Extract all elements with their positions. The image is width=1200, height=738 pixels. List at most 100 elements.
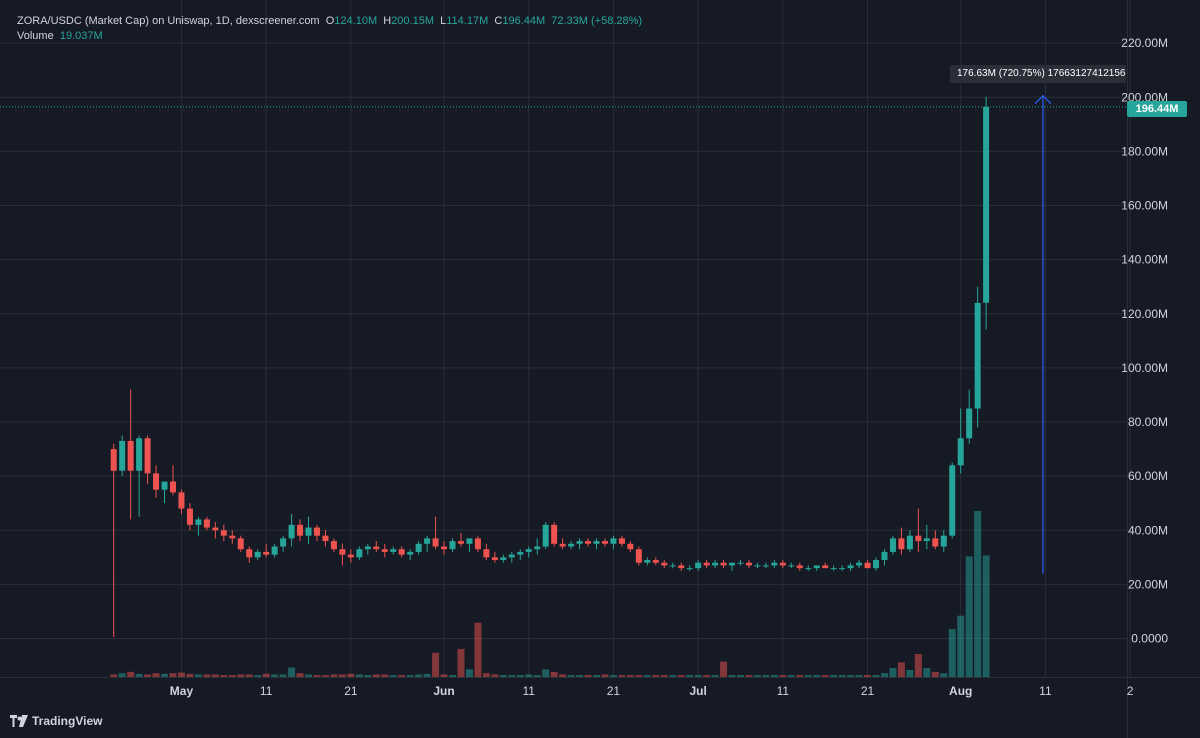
candle-body [923, 538, 930, 542]
volume-bar [330, 674, 338, 677]
volume-bar [542, 669, 550, 677]
candle-body [313, 527, 320, 536]
volume-bar [660, 675, 668, 677]
volume-bar [864, 675, 872, 677]
candle-body [170, 481, 176, 493]
candle-body [906, 535, 913, 550]
volume-bar [584, 675, 592, 677]
volume-bar [237, 674, 245, 677]
volume-bar [177, 672, 185, 677]
candlesticks [110, 96, 990, 638]
candle-body [127, 440, 134, 471]
volume-bar [821, 675, 829, 677]
candle-body [364, 546, 371, 550]
tradingview-icon [10, 715, 28, 727]
candle-body [771, 562, 778, 566]
candle-body [940, 535, 947, 547]
x-tick-label: 11 [1039, 684, 1052, 698]
volume-bar [974, 511, 982, 677]
measure-arrow[interactable] [1034, 94, 1052, 574]
candle-body [856, 562, 863, 566]
y-tick-label: 40.00M [1128, 523, 1168, 537]
x-tick-label: 11 [260, 684, 273, 698]
x-tick-label: Jul [689, 684, 706, 698]
candle-body [729, 562, 736, 566]
volume-bar [686, 675, 694, 677]
candle-body [203, 519, 210, 528]
candle-body [644, 560, 651, 563]
legend-high-label: H [383, 15, 392, 27]
candle-body [466, 538, 473, 544]
candle-body [246, 549, 253, 558]
volume-bar [415, 674, 423, 677]
tradingview-logo[interactable]: TradingView [10, 714, 102, 728]
candle-body [322, 535, 329, 542]
volume-bar [152, 673, 160, 677]
volume-bar [381, 674, 389, 677]
candle-body [288, 524, 295, 539]
volume-bar [957, 615, 965, 677]
y-tick-label: 120.00M [1121, 307, 1168, 321]
volume-bar [745, 675, 753, 677]
chart-grid [0, 0, 1131, 677]
y-tick-label: 160.00M [1121, 199, 1168, 213]
volume-bar [567, 675, 575, 677]
volume-bar [923, 668, 931, 677]
volume-bar [779, 675, 787, 677]
volume-bar [440, 674, 448, 677]
x-axis[interactable]: May 11 21 Jun 11 21 Jul 11 21 Aug 11 2 [0, 677, 1200, 699]
volume-bar [796, 675, 804, 677]
candle-body [457, 541, 464, 544]
candle-body [229, 535, 236, 539]
candle-body [415, 543, 422, 552]
candle-body [424, 538, 431, 544]
volume-bar [254, 675, 262, 677]
price-chart[interactable]: 220.00M200.00M180.00M160.00M140.00M120.0… [0, 0, 1200, 738]
candle-body [119, 440, 126, 471]
candle-body [678, 565, 685, 569]
volume-bar [635, 675, 643, 677]
volume-bar [872, 675, 880, 677]
y-tick-label: 180.00M [1121, 144, 1168, 158]
candle-body [305, 527, 312, 536]
candle-body [508, 554, 515, 558]
volume-bar [398, 675, 406, 677]
volume-bar [830, 675, 838, 677]
volume-bar [491, 674, 499, 677]
candle-body [686, 568, 693, 570]
candle-body [839, 568, 846, 570]
x-tick-label: 2 [1127, 684, 1134, 698]
volume-bar [787, 675, 795, 677]
volume-bar [593, 675, 600, 677]
legend-volume-row: Volume 19.037M [17, 29, 642, 44]
candle-body [483, 549, 490, 558]
legend-volume-label: Volume [17, 30, 54, 42]
candle-body [220, 530, 227, 536]
y-tick-label: 0.0000 [1131, 632, 1168, 646]
candle-body [110, 449, 117, 471]
candle-body [347, 554, 354, 558]
volume-bar [669, 675, 677, 677]
volume-bar [762, 675, 770, 677]
volume-bar [618, 675, 626, 677]
volume-bar [279, 674, 287, 677]
candle-body [788, 565, 795, 567]
volume-bar [482, 673, 490, 677]
candle-body [517, 551, 524, 555]
volume-bar [118, 673, 126, 677]
volume-bar [228, 675, 236, 677]
volume-bar [906, 669, 914, 677]
legend-symbol[interactable]: ZORA/USDC (Market Cap) on Uniswap, 1D, d… [17, 15, 320, 27]
volume-bar [931, 671, 939, 677]
candle-body [652, 560, 659, 563]
candle-body [551, 524, 558, 544]
legend-open-label: O [325, 15, 335, 27]
volume-bar [914, 654, 922, 677]
candle-body [271, 546, 278, 555]
legend-change-value: 72.33M (+58.28%) [551, 15, 643, 27]
candle-body [661, 562, 668, 566]
volume-bar [940, 673, 948, 677]
candle-body [932, 538, 939, 547]
volume-bar [880, 673, 888, 677]
candle-body [356, 549, 363, 558]
